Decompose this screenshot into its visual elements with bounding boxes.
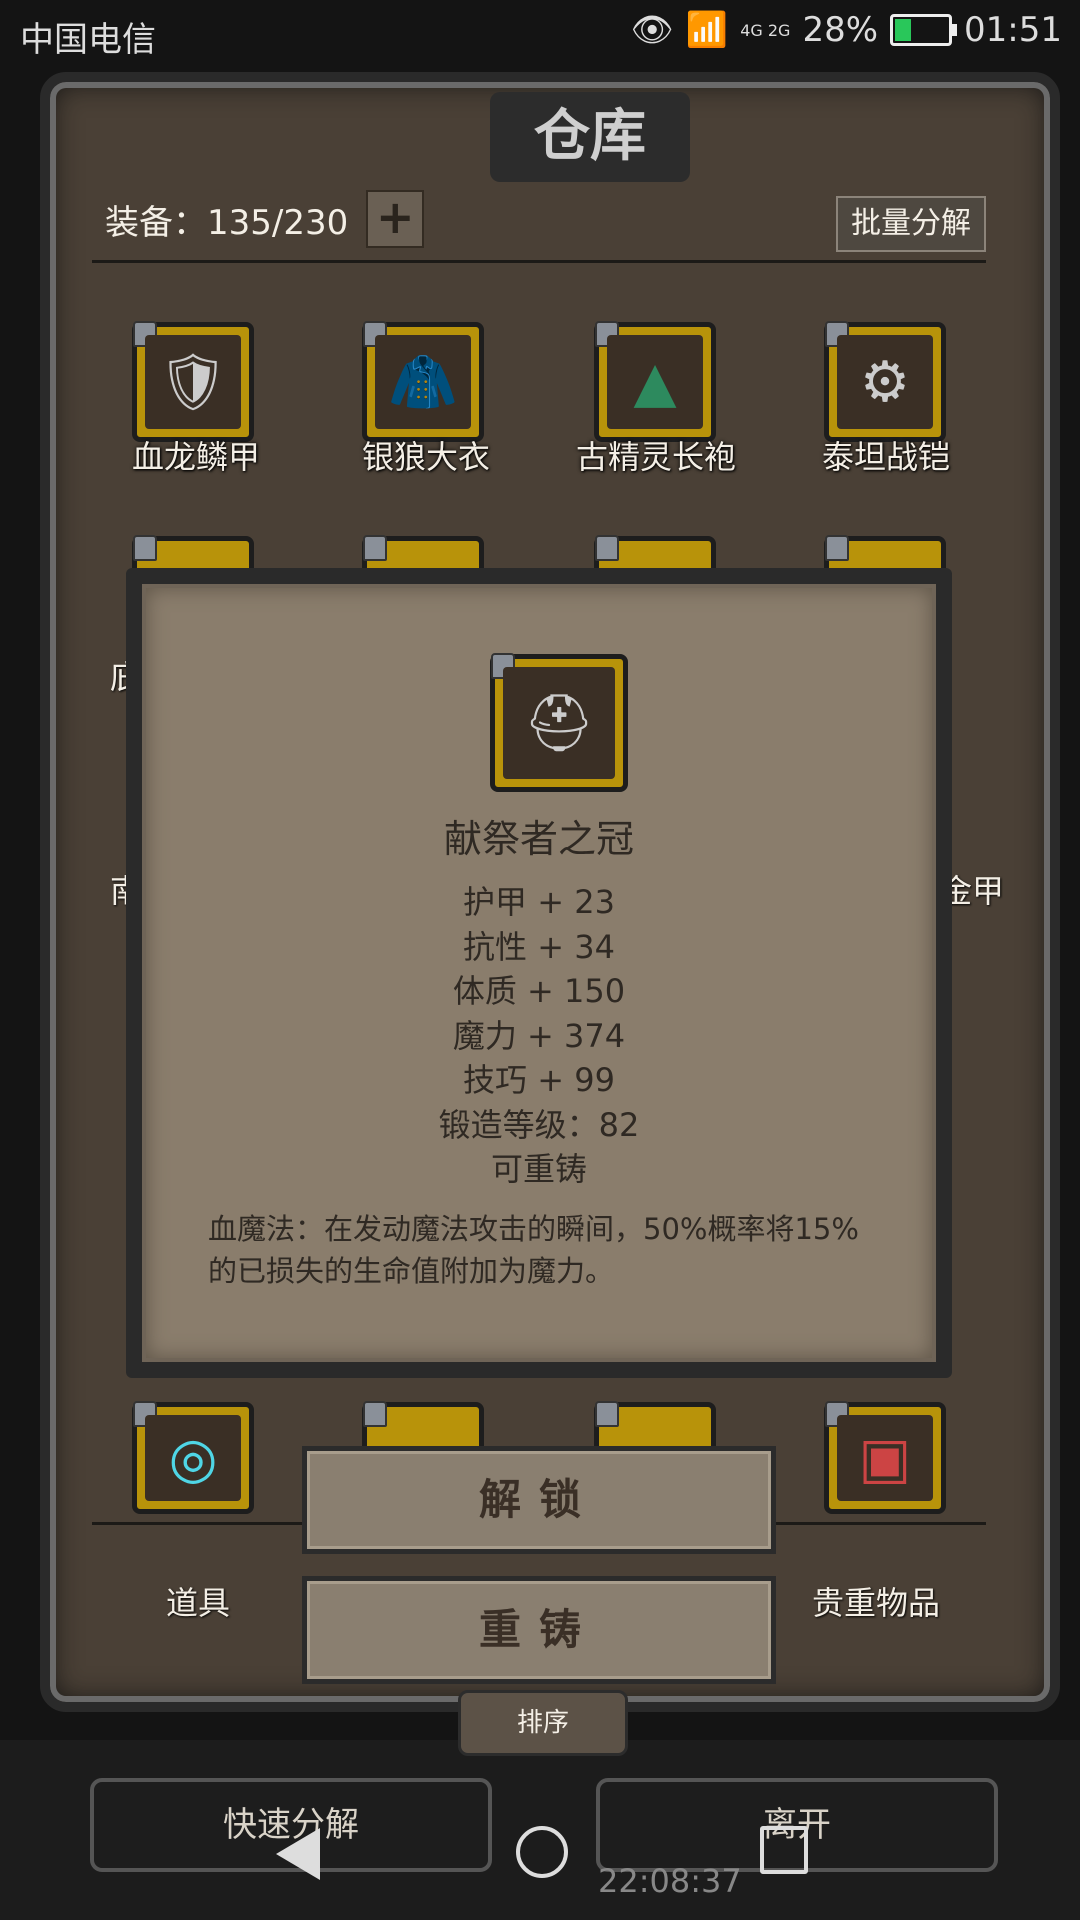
item-slot[interactable]: 🛡 [132, 321, 254, 442]
item-slot[interactable]: ▲ [594, 321, 716, 442]
capacity-bar: 装备：135/230 + [105, 190, 425, 248]
home-icon[interactable] [516, 1826, 568, 1878]
ring-icon: ◎ [145, 1415, 241, 1501]
item-slot[interactable]: ⚙ [824, 321, 946, 442]
item-name: 泰坦战铠 [821, 438, 950, 476]
stat-skill: 技巧 + 99 [463, 1061, 615, 1099]
panel-title: 仓库 [490, 92, 690, 182]
item-name: 银狼大衣 [361, 438, 490, 476]
status-icons: 👁 📶 4G 2G 28% 01:51 [631, 10, 1062, 50]
item-name: 古精灵长袍 [575, 438, 736, 476]
status-time: 01:51 [964, 10, 1062, 50]
batch-decompose-button[interactable]: 批量分解 [836, 196, 986, 252]
lock-icon [595, 535, 619, 561]
armor-icon: 🛡 [145, 335, 241, 429]
bracer-icon: ▣ [837, 1415, 933, 1501]
capacity-label: 装备：135/230 [105, 202, 349, 243]
lock-icon [363, 535, 387, 561]
battery-percent: 28% [802, 10, 879, 50]
header-divider [92, 260, 986, 263]
recent-apps-icon[interactable] [760, 1826, 808, 1874]
wifi-icon: 📶 [685, 10, 729, 50]
network-label: 4G 2G [740, 20, 791, 40]
item-name: 血龙鳞甲 [131, 438, 260, 476]
android-nav-bar [0, 1808, 1080, 1908]
stat-magic: 魔力 + 374 [452, 1016, 626, 1055]
status-bar: 中国电信 👁 📶 4G 2G 28% 01:51 [0, 0, 1080, 72]
stat-forge-level: 锻造等级：82 [438, 1105, 640, 1144]
shoulder-armor-icon: ⚙ [837, 335, 933, 429]
lock-icon [825, 535, 849, 561]
add-capacity-button[interactable]: + [366, 190, 425, 248]
tab-valuables[interactable]: 贵重物品 [812, 1578, 940, 1624]
stat-constitution: 体质 + 150 [452, 972, 626, 1010]
battery-icon [890, 14, 958, 46]
tab-items[interactable]: 道具 [166, 1578, 230, 1624]
lock-icon [363, 1401, 387, 1427]
carrier-label: 中国电信 [20, 20, 156, 60]
detail-description: 血魔法：在发动魔法攻击的瞬间，50%概率将15%的已损失的生命值附加为魔力。 [208, 1212, 859, 1288]
unlock-button[interactable]: 解锁 [302, 1446, 776, 1554]
sort-button[interactable]: 排序 [458, 1690, 628, 1756]
item-slot[interactable]: 🧥 [362, 321, 484, 442]
eye-icon: 👁 [630, 10, 674, 50]
detail-item-slot: ⛑ [490, 653, 628, 792]
popup-paper: ⛑ 献祭者之冠 护甲 + 23 抗性 + 34 体质 + 150 魔力 + 37… [142, 584, 936, 1362]
lock-icon [595, 1401, 619, 1427]
detail-stats: 护甲 + 23 抗性 + 34 体质 + 150 魔力 + 374 技巧 + 9… [146, 880, 932, 1192]
stat-resistance: 抗性 + 34 [463, 927, 615, 966]
coat-icon: 🧥 [375, 335, 471, 429]
item-slot[interactable]: ◎ [132, 1401, 254, 1514]
lock-icon [133, 535, 157, 561]
item-slot[interactable]: ▣ [824, 1401, 946, 1514]
reforge-button[interactable]: 重铸 [302, 1576, 776, 1684]
item-detail-popup: ⛑ 献祭者之冠 护甲 + 23 抗性 + 34 体质 + 150 魔力 + 37… [126, 568, 952, 1378]
robe-icon: ▲ [607, 335, 703, 429]
stat-reforgeable: 可重铸 [490, 1150, 587, 1188]
helmet-icon: ⛑ [503, 667, 615, 779]
back-icon[interactable] [276, 1828, 320, 1880]
stat-armor: 护甲 + 23 [463, 883, 615, 921]
detail-item-name: 献祭者之冠 [443, 817, 634, 861]
